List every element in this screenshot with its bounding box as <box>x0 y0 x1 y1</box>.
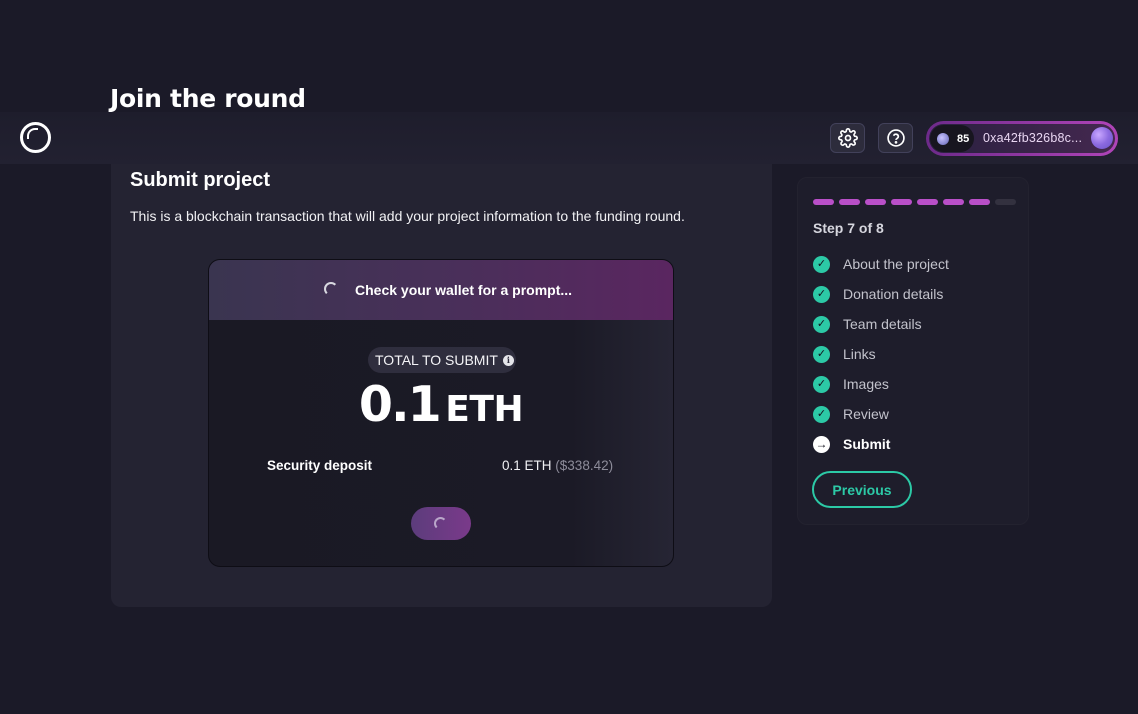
transaction-panel: Check your wallet for a prompt... TOTAL … <box>208 259 674 567</box>
avatar <box>1091 127 1113 149</box>
step-label: Donation details <box>843 286 944 302</box>
progress-segment-complete <box>865 199 886 205</box>
steps-sidebar: Step 7 of 8 ✓ About the project ✓ Donati… <box>797 177 1029 525</box>
progress-segment-complete <box>813 199 834 205</box>
loading-spinner-icon <box>324 282 338 296</box>
step-item-donation-details[interactable]: ✓ Donation details <box>813 285 943 303</box>
section-description: This is a blockchain transaction that wi… <box>130 208 685 224</box>
step-label: Team details <box>843 316 922 332</box>
previous-button[interactable]: Previous <box>812 471 912 508</box>
step-item-review[interactable]: ✓ Review <box>813 405 889 423</box>
progress-segment-complete <box>943 199 964 205</box>
progress-segment-complete <box>917 199 938 205</box>
step-item-submit[interactable]: → Submit <box>813 435 890 453</box>
submit-button[interactable] <box>411 507 471 540</box>
check-icon: ✓ <box>813 375 830 393</box>
info-icon[interactable]: i <box>502 354 514 366</box>
check-icon: ✓ <box>813 255 830 273</box>
total-amount-value: 0.1 <box>358 376 442 433</box>
check-icon: ✓ <box>813 315 830 333</box>
step-progress-bar <box>813 199 1016 205</box>
logo-icon[interactable] <box>20 122 51 153</box>
security-deposit-value: 0.1 ETH ($338.42) <box>502 458 613 473</box>
total-label: TOTAL TO SUBMIT <box>375 352 498 368</box>
security-deposit-label: Security deposit <box>267 458 373 473</box>
check-icon: ✓ <box>813 285 830 303</box>
wallet-address: 0xa42fb326b8c... <box>983 131 1083 145</box>
arrow-right-icon: → <box>813 435 830 453</box>
help-button[interactable] <box>878 123 913 153</box>
step-label: Links <box>843 346 876 362</box>
step-label: Review <box>843 406 889 422</box>
help-icon <box>886 129 905 147</box>
progress-segment-incomplete <box>995 199 1016 205</box>
check-icon: ✓ <box>813 405 830 423</box>
transaction-status-text: Check your wallet for a prompt... <box>355 282 573 298</box>
step-item-team-details[interactable]: ✓ Team details <box>813 315 922 333</box>
step-label: About the project <box>843 256 949 272</box>
step-item-about-the-project[interactable]: ✓ About the project <box>813 255 949 273</box>
balance-value: 85 <box>957 132 970 145</box>
balance-badge: 85 <box>930 125 974 152</box>
step-counter: Step 7 of 8 <box>813 220 884 236</box>
progress-segment-complete <box>969 199 990 205</box>
step-item-images[interactable]: ✓ Images <box>813 375 889 393</box>
wallet-account-button[interactable]: 85 0xa42fb326b8c... <box>926 121 1118 156</box>
total-amount: 0.1 ETH <box>209 376 673 433</box>
section-title: Submit project <box>130 169 271 191</box>
total-amount-unit: ETH <box>445 389 524 430</box>
step-label: Submit <box>843 436 891 452</box>
step-item-links[interactable]: ✓ Links <box>813 345 876 363</box>
progress-segment-complete <box>891 199 912 205</box>
progress-segment-complete <box>839 199 860 205</box>
total-label-badge: TOTAL TO SUBMIT i <box>368 347 516 373</box>
transaction-status-header: Check your wallet for a prompt... <box>209 260 673 320</box>
loading-spinner-icon <box>434 517 447 530</box>
check-icon: ✓ <box>813 345 830 363</box>
token-icon <box>937 132 949 145</box>
page-title: Join the round <box>110 84 306 113</box>
deposit-eth: 0.1 ETH <box>502 458 552 473</box>
gear-icon <box>837 128 858 148</box>
settings-button[interactable] <box>830 123 865 153</box>
step-label: Images <box>843 376 889 392</box>
deposit-fiat: ($338.42) <box>555 458 614 473</box>
